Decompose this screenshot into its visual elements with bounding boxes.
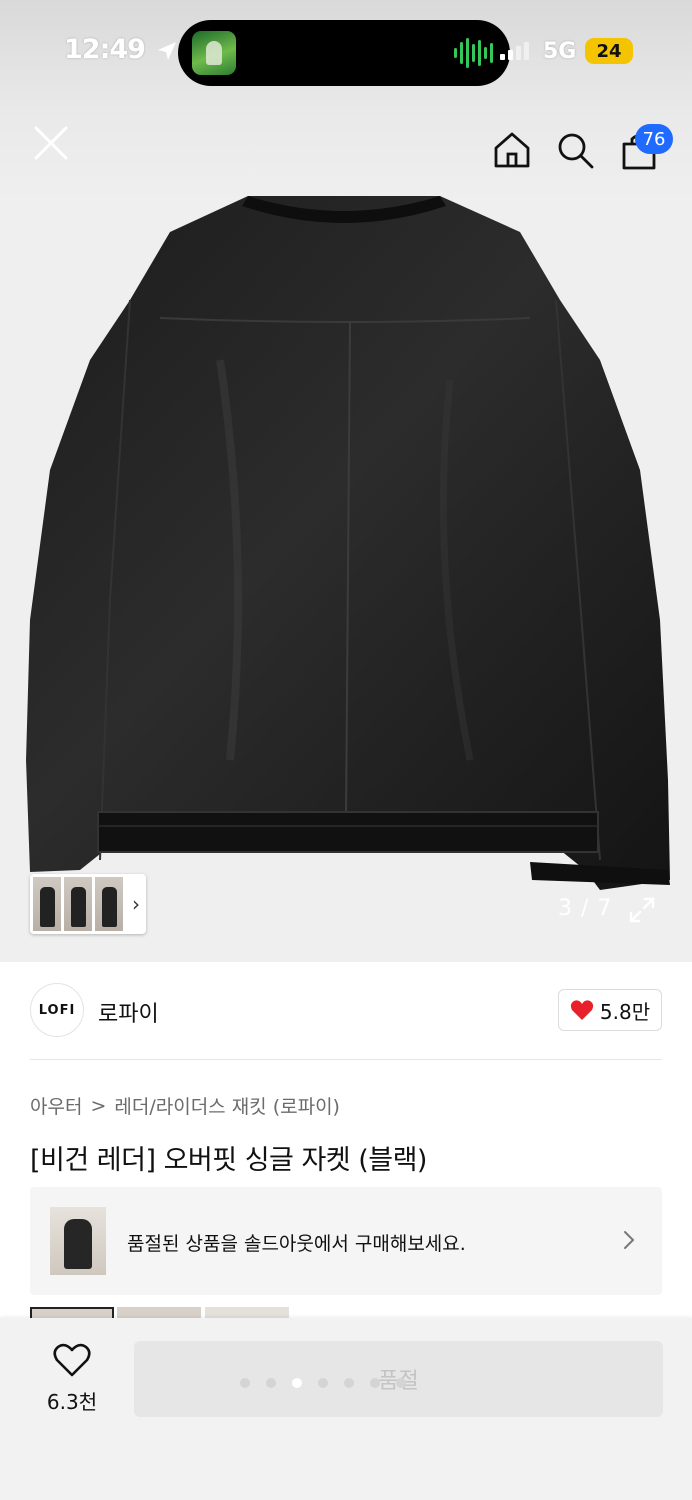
heart-filled-icon	[570, 1000, 594, 1020]
brand-like-button[interactable]: 5.8만	[558, 989, 662, 1031]
location-arrow-icon	[158, 42, 176, 60]
soldout-product-thumbnail	[50, 1207, 106, 1275]
page-dot	[370, 1378, 380, 1388]
expand-icon[interactable]	[626, 894, 658, 926]
status-bar: 12:49 5G 24	[0, 0, 692, 100]
divider	[30, 1059, 662, 1060]
page-dot-active	[292, 1378, 302, 1388]
thumbnail-image[interactable]	[95, 877, 123, 931]
soldout-banner[interactable]: 품절된 상품을 솔드아웃에서 구매해보세요.	[30, 1187, 662, 1295]
breadcrumb-category[interactable]: 아우터	[30, 1092, 82, 1119]
page-dot	[266, 1378, 276, 1388]
dynamic-island[interactable]	[178, 20, 510, 86]
cart-count-badge: 76	[635, 124, 673, 154]
chevron-right-icon[interactable]: ›	[132, 892, 140, 916]
page-dot	[318, 1378, 328, 1388]
signal-strength-icon	[500, 42, 529, 60]
brand-logo[interactable]: LOFI	[30, 983, 84, 1037]
page-dot	[240, 1378, 250, 1388]
audio-waveform-icon	[454, 36, 493, 70]
page-dot	[396, 1378, 406, 1388]
home-icon[interactable]	[490, 128, 534, 172]
brand-name[interactable]: 로파이	[98, 996, 159, 1028]
breadcrumb-separator: >	[90, 1094, 107, 1117]
battery-indicator: 24	[585, 38, 633, 64]
thumbnail-image[interactable]	[33, 877, 61, 931]
page-dot	[344, 1378, 354, 1388]
heart-outline-icon	[53, 1343, 91, 1377]
status-time: 12:49	[64, 34, 146, 65]
chevron-right-icon	[624, 1231, 635, 1249]
breadcrumb: 아우터 > 레더/라이더스 재킷 (로파이)	[30, 1092, 340, 1119]
close-icon[interactable]	[28, 120, 74, 166]
wishlist-button[interactable]: 6.3천	[30, 1340, 114, 1420]
soldout-banner-text: 품절된 상품을 솔드아웃에서 구매해보세요.	[127, 1233, 466, 1255]
network-type: 5G	[543, 39, 577, 64]
product-title: [비건 레더] 오버핏 싱글 자켓 (블랙)	[30, 1145, 427, 1176]
thumbnail-image[interactable]	[64, 877, 92, 931]
image-counter: 3 / 7	[558, 896, 613, 921]
page-indicator	[240, 1378, 406, 1388]
brand-like-count: 5.8만	[599, 999, 651, 1024]
search-icon[interactable]	[553, 128, 597, 172]
breadcrumb-subcategory[interactable]: 레더/라이더스 재킷 (로파이)	[114, 1092, 340, 1119]
thumbnail-strip[interactable]: ›	[30, 874, 146, 934]
app-thumbnail-icon	[192, 31, 236, 75]
wishlist-count: 6.3천	[46, 1390, 98, 1414]
